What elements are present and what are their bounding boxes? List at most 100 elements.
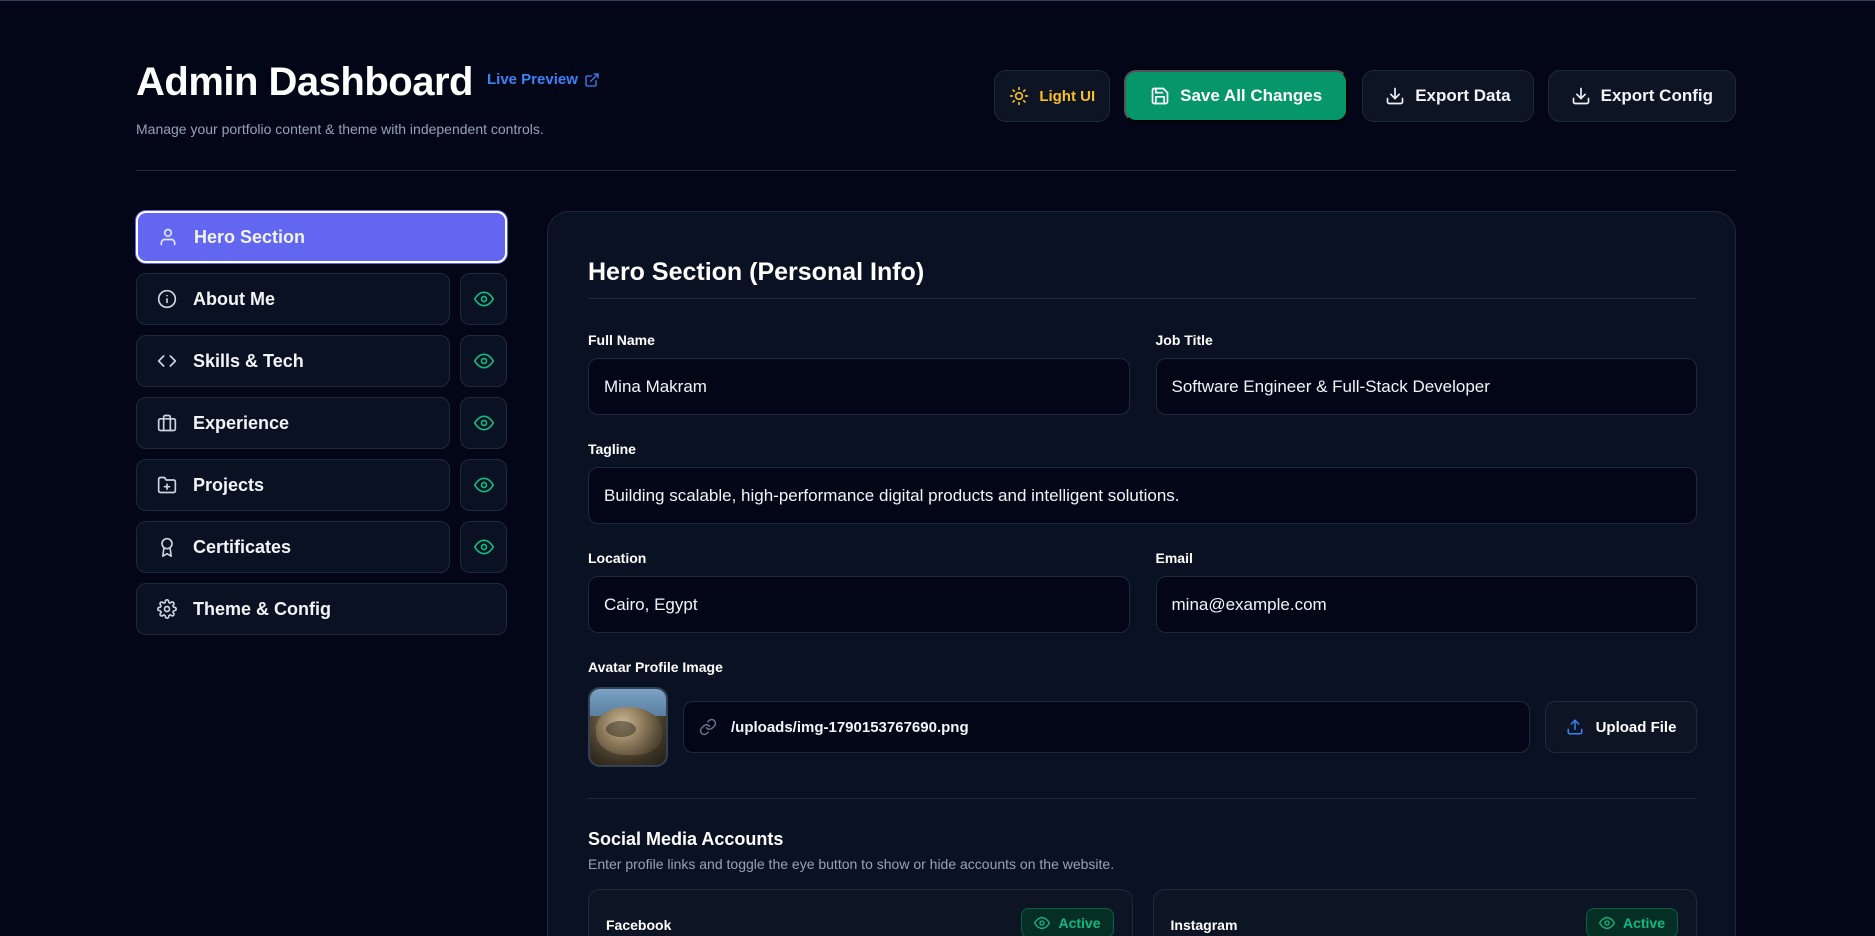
tagline-label: Tagline [588,441,636,457]
sidebar-row: Hero Section [136,211,507,263]
link-icon [699,718,717,736]
full-name-field-group: Full Name [588,332,1130,415]
eye-icon [1034,917,1051,929]
sidebar: Hero Section About Me Skills & Tech Expe… [136,211,507,645]
avatar-url-value: /uploads/img-1790153767690.png [731,718,969,736]
page-header: Admin Dashboard Live Preview Manage your… [136,60,1736,170]
briefcase-icon [157,414,177,432]
upload-icon [1567,719,1583,735]
panel-divider [588,298,1697,299]
social-section-description: Enter profile links and toggle the eye b… [588,856,1115,872]
upload-file-label: Upload File [1595,718,1677,736]
save-icon [1151,87,1169,105]
hero-section-panel: Hero Section (Personal Info) Full Name J… [547,211,1736,936]
sidebar-item-label: Experience [193,412,290,433]
social-card-facebook: Facebook Active [588,889,1133,936]
light-ui-button[interactable]: Light UI [994,70,1111,122]
window-top-border [0,0,1875,1]
social-card-instagram: Instagram Active [1152,889,1697,936]
avatar-url-input[interactable]: /uploads/img-1790153767690.png [683,701,1530,753]
info-icon [157,289,177,309]
full-name-label: Full Name [588,332,655,348]
visibility-toggle-about-me[interactable] [460,273,507,325]
eye-icon [473,291,494,307]
email-input[interactable] [1155,576,1697,633]
form-row: Location Email [588,550,1697,633]
location-input[interactable] [588,576,1130,633]
download-icon [1572,87,1589,105]
sidebar-item-theme-config[interactable]: Theme & Config [136,583,507,635]
social-section-title: Social Media Accounts [588,829,784,849]
export-data-label: Export Data [1415,86,1511,105]
sidebar-item-label: Skills & Tech [193,350,304,371]
sidebar-row: About Me [136,273,507,325]
sidebar-item-hero-section[interactable]: Hero Section [136,211,507,263]
visibility-toggle-facebook[interactable]: Active [1021,908,1114,936]
visibility-toggle-certificates[interactable] [460,521,507,573]
sidebar-item-about-me[interactable]: About Me [136,273,450,325]
social-account-name: Facebook [606,917,672,933]
sidebar-item-label: Projects [193,474,265,495]
social-accounts-grid: Facebook Active Instagram Active [588,889,1697,936]
eye-icon [473,477,494,493]
external-link-icon [585,72,599,87]
sidebar-row: Theme & Config [136,583,507,635]
sidebar-item-experience[interactable]: Experience [136,397,450,449]
page-subtitle: Manage your portfolio content & theme wi… [136,121,544,137]
location-field-group: Location [588,550,1130,633]
panel-title: Hero Section (Personal Info) [588,258,925,286]
live-preview-label: Live Preview [486,71,578,88]
save-all-label: Save All Changes [1180,86,1323,105]
status-badge: Active [1622,915,1665,931]
sidebar-item-skills-tech[interactable]: Skills & Tech [136,335,450,387]
visibility-toggle-instagram[interactable]: Active [1585,908,1678,936]
sidebar-item-label: About Me [193,288,275,309]
email-label: Email [1155,550,1193,566]
download-icon [1386,87,1404,105]
save-all-button[interactable]: Save All Changes [1124,70,1349,122]
avatar-preview-image [588,687,668,767]
location-label: Location [588,550,647,566]
social-account-name: Instagram [1170,917,1238,933]
header-divider [136,170,1736,171]
sidebar-row: Projects [136,459,507,511]
export-config-button[interactable]: Export Config [1547,70,1736,122]
user-icon [160,228,176,246]
page-title: Admin Dashboard [136,60,473,104]
status-badge: Active [1058,915,1101,931]
avatar-row: /uploads/img-1790153767690.png Upload Fi… [588,687,1697,767]
visibility-toggle-projects[interactable] [460,459,507,511]
eye-icon [473,539,494,555]
visibility-toggle-skills-tech[interactable] [460,335,507,387]
eye-icon [473,353,494,369]
avatar-label: Avatar Profile Image [588,659,723,675]
sun-icon [1010,86,1029,106]
eye-icon [1598,917,1615,929]
award-icon [161,537,173,557]
sidebar-item-projects[interactable]: Projects [136,459,450,511]
code-icon [157,355,177,367]
job-title-field-group: Job Title [1155,332,1697,415]
visibility-toggle-experience[interactable] [460,397,507,449]
header-actions: Light UI Save All Changes Export Data Ex… [994,70,1736,122]
job-title-label: Job Title [1155,332,1213,348]
sidebar-row: Skills & Tech [136,335,507,387]
panel-content: Hero Section (Personal Info) Full Name J… [588,258,1697,936]
export-config-label: Export Config [1600,86,1713,105]
social-media-section: Social Media Accounts Enter profile link… [588,829,1697,936]
job-title-input[interactable] [1155,358,1697,415]
sidebar-item-certificates[interactable]: Certificates [136,521,450,573]
gear-icon [157,599,177,619]
upload-file-button[interactable]: Upload File [1545,701,1697,753]
sidebar-item-label: Theme & Config [193,598,331,619]
full-name-input[interactable] [588,358,1130,415]
section-divider [588,798,1697,799]
sidebar-item-label: Certificates [193,536,292,557]
avatar-image-shadow [606,721,636,737]
export-data-button[interactable]: Export Data [1362,70,1534,122]
sidebar-row: Experience [136,397,507,449]
live-preview-link[interactable]: Live Preview [487,71,600,88]
tagline-field-group: Tagline [588,441,1697,524]
tagline-input[interactable] [588,467,1697,524]
sidebar-row: Certificates [136,521,507,573]
